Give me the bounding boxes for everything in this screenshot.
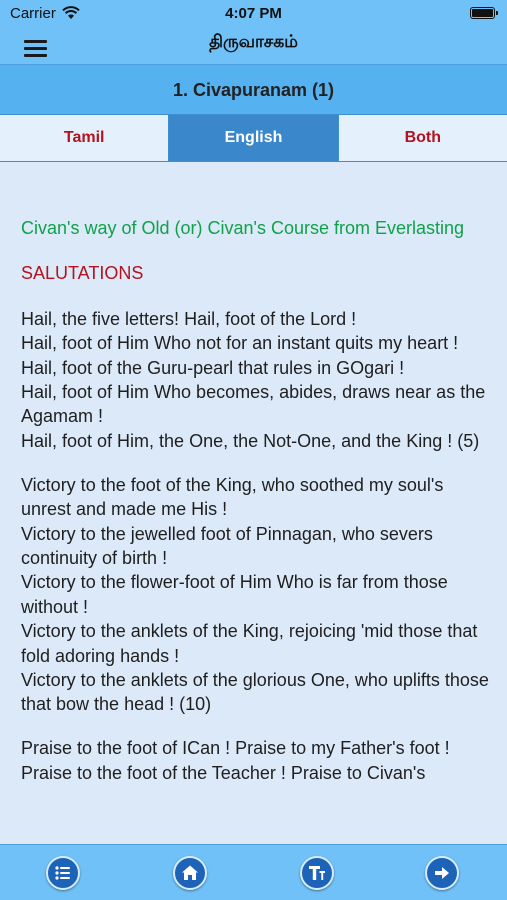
- verse-line: Victory to the flower-foot of Him Who is…: [21, 572, 448, 617]
- text-size-icon[interactable]: [300, 856, 334, 890]
- battery-icon: [470, 7, 498, 19]
- bottom-toolbar: [0, 844, 507, 900]
- verse-content: Civan's way of Old (or) Civan's Course f…: [0, 162, 507, 844]
- app-title: திருவாசகம்: [209, 32, 298, 51]
- verse-line: Victory to the anklets of the King, rejo…: [21, 621, 478, 666]
- chapter-title: 1. Civapuranam (1): [172, 80, 335, 100]
- verse-subheading: SALUTATIONS: [21, 263, 144, 284]
- stanza-3: Praise to the foot of ICan ! Praise to m…: [21, 736, 493, 785]
- verse-line: Hail, foot of Him Who becomes, abides, d…: [21, 382, 486, 427]
- arrow-right-icon[interactable]: [425, 856, 459, 890]
- verse-heading: Civan's way of Old (or) Civan's Course f…: [21, 218, 465, 238]
- verse-line: Victory to the jewelled foot of Pinnagan…: [21, 523, 433, 568]
- tab-tamil[interactable]: Tamil: [0, 115, 169, 161]
- tab-both[interactable]: Both: [337, 115, 507, 161]
- home-icon[interactable]: [173, 856, 207, 890]
- list-icon[interactable]: [46, 856, 80, 890]
- top-bar: Carrier 4:07 PM திருவாசகம்: [0, 0, 507, 64]
- verse-line: Praise to the foot of the Teacher ! Prai…: [21, 762, 426, 783]
- chapter-bar: 1. Civapuranam (1): [0, 64, 507, 114]
- verse-line: Victory to the foot of the King, who soo…: [21, 474, 444, 520]
- verse-line: Hail, foot of Him, the One, the Not-One,…: [21, 430, 480, 451]
- verse-line: Praise to the foot of ICan ! Praise to m…: [21, 738, 450, 759]
- verse-line: Victory to the anklets of the glorious O…: [21, 670, 489, 715]
- stanza-1: Hail, the five letters! Hail, foot of th…: [21, 307, 493, 453]
- language-tabs: Tamil English Both: [0, 114, 507, 162]
- stanza-2: Victory to the foot of the King, who soo…: [21, 473, 493, 717]
- verse-line: Hail, foot of the Guru-pearl that rules …: [21, 357, 405, 378]
- status-bar: Carrier 4:07 PM: [0, 0, 507, 28]
- tab-english[interactable]: English: [168, 115, 338, 161]
- verse-line: Hail, the five letters! Hail, foot of th…: [21, 308, 357, 329]
- verse-line: Hail, foot of Him Who not for an instant…: [21, 333, 459, 354]
- status-time: 4:07 PM: [225, 5, 282, 22]
